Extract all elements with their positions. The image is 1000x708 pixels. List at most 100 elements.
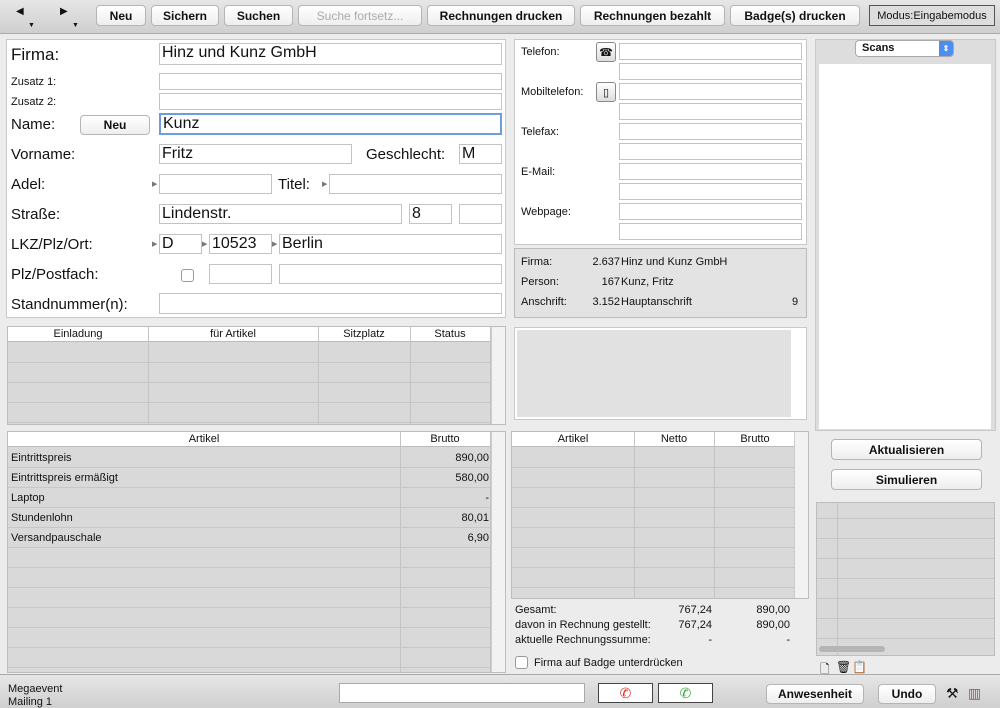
article-table[interactable]: Artikel Brutto Eintrittspreis 890,00 Ein… <box>7 431 506 673</box>
article-table-scrollbar[interactable] <box>491 432 505 672</box>
telefon-input-2[interactable] <box>619 63 802 80</box>
call-phone-icon[interactable]: ✆ <box>658 683 713 703</box>
telefax-input-1[interactable] <box>619 123 802 140</box>
badge-checkbox[interactable] <box>515 656 528 669</box>
table-row-brutto[interactable]: 6,90 <box>400 532 489 544</box>
nav-prev-icon[interactable]: ◀ <box>16 6 24 17</box>
table-row-brutto[interactable]: 580,00 <box>400 472 489 484</box>
table-row-artikel[interactable]: Eintrittspreis ermäßigt <box>11 472 118 484</box>
search-button[interactable]: Suchen <box>224 5 293 26</box>
plz-input[interactable]: 10523 <box>209 234 272 254</box>
mobil-input-1[interactable] <box>619 83 802 100</box>
geschlecht-input[interactable]: M <box>459 144 502 164</box>
tools-icon[interactable]: ⚒ <box>946 685 959 702</box>
davon-netto: 767,24 <box>678 619 712 631</box>
refresh-button[interactable]: Aktualisieren <box>831 439 982 460</box>
table-row-brutto[interactable]: 890,00 <box>400 452 489 464</box>
hangup-phone-icon[interactable]: ✆ <box>598 683 653 703</box>
info-anschrift-name: Hauptanschrift <box>621 296 692 308</box>
info-firma-number: 2.637 <box>592 256 620 268</box>
email-input-1[interactable] <box>619 163 802 180</box>
name-new-button[interactable]: Neu <box>80 115 150 135</box>
new-button[interactable]: Neu <box>96 5 146 26</box>
lkz-input[interactable]: D <box>159 234 202 254</box>
table-row-artikel[interactable]: Stundenlohn <box>11 512 73 524</box>
zusatz1-input[interactable] <box>159 73 502 90</box>
vorname-input[interactable]: Fritz <box>159 144 352 164</box>
strasse-label: Straße: <box>11 206 61 223</box>
standnummer-input[interactable] <box>159 293 502 314</box>
phone-icon[interactable]: ☎ <box>596 42 616 62</box>
invoices-paid-button[interactable]: Rechnungen bezahlt <box>580 5 725 26</box>
col-sitzplatz[interactable]: Sitzplatz <box>318 328 410 340</box>
invitation-table[interactable]: Einladung für Artikel Sitzplatz Status <box>7 326 506 425</box>
name-input[interactable]: Kunz <box>159 113 502 135</box>
col-invoice-netto[interactable]: Netto <box>634 433 714 445</box>
col-einladung[interactable]: Einladung <box>8 328 148 340</box>
info-person-name: Kunz, Fritz <box>621 276 674 288</box>
ort-arrow-icon: ▶ <box>272 241 278 248</box>
invitation-table-header: Einladung für Artikel Sitzplatz Status <box>8 327 491 342</box>
email-input-2[interactable] <box>619 183 802 200</box>
nav-next-down-icon[interactable]: ▼ <box>72 22 79 29</box>
lkz-plz-ort-label: LKZ/Plz/Ort: <box>11 236 93 253</box>
status-field[interactable] <box>339 683 585 703</box>
col-status[interactable]: Status <box>410 328 490 340</box>
preview-panel <box>514 327 807 420</box>
col-fuer-artikel[interactable]: für Artikel <box>148 328 318 340</box>
table-row-artikel[interactable]: Eintrittspreis <box>11 452 72 464</box>
scans-select[interactable]: Scans ⇕ <box>855 40 954 57</box>
info-firma-label: Firma: <box>521 256 553 268</box>
table-row-artikel[interactable]: Versandpauschale <box>11 532 102 544</box>
invoice-table-scrollbar[interactable] <box>794 432 808 598</box>
telefax-input-2[interactable] <box>619 143 802 160</box>
badge-checkbox-label: Firma auf Badge unterdrücken <box>534 657 683 669</box>
col-artikel[interactable]: Artikel <box>8 433 400 445</box>
col-brutto[interactable]: Brutto <box>400 433 490 445</box>
print-badges-button[interactable]: Badge(s) drucken <box>730 5 860 26</box>
titel-input[interactable] <box>329 174 502 194</box>
telefon-input-1[interactable] <box>619 43 802 60</box>
strasse-input[interactable]: Lindenstr. <box>159 204 402 224</box>
attendance-button[interactable]: Anwesenheit <box>766 684 864 704</box>
table-row-brutto[interactable]: - <box>400 492 489 504</box>
bar-chart-icon[interactable]: ▥ <box>968 685 981 702</box>
trash-icon[interactable]: 🗑 <box>836 660 851 674</box>
mobile-phone-icon[interactable]: ▯ <box>596 82 616 102</box>
webpage-input-2[interactable] <box>619 223 802 240</box>
ort-input[interactable]: Berlin <box>279 234 502 254</box>
gesamt-label: Gesamt: <box>515 604 557 616</box>
col-invoice-artikel[interactable]: Artikel <box>512 433 634 445</box>
simulate-button[interactable]: Simulieren <box>831 469 982 490</box>
table-row-brutto[interactable]: 80,01 <box>400 512 489 524</box>
search-continue-button[interactable]: Suche fortsetz... <box>298 5 422 26</box>
scans-select-value: Scans <box>862 42 895 54</box>
nav-next-icon[interactable]: ▶ <box>60 6 68 17</box>
hausnr-zusatz-input[interactable] <box>459 204 502 224</box>
postfach-checkbox[interactable] <box>181 269 194 282</box>
save-button[interactable]: Sichern <box>151 5 219 26</box>
nav-prev-down-icon[interactable]: ▼ <box>28 22 35 29</box>
mobil-input-2[interactable] <box>619 103 802 120</box>
postfach-plz-input[interactable] <box>209 264 272 284</box>
scan-files-table[interactable] <box>816 502 995 656</box>
firma-input[interactable]: Hinz und Kunz GmbH <box>159 43 502 65</box>
adel-input[interactable] <box>159 174 272 194</box>
zusatz2-label: Zusatz 2: <box>11 96 57 108</box>
zusatz2-input[interactable] <box>159 93 502 110</box>
col-invoice-brutto[interactable]: Brutto <box>714 433 796 445</box>
info-firma-name: Hinz und Kunz GmbH <box>621 256 728 268</box>
event-name: Megaevent <box>8 683 63 695</box>
paste-icon[interactable]: 📋 <box>852 660 867 674</box>
print-invoices-button[interactable]: Rechnungen drucken <box>427 5 575 26</box>
table-row-artikel[interactable]: Laptop <box>11 492 45 504</box>
scan-files-scrollbar[interactable] <box>819 646 885 652</box>
scans-list[interactable] <box>819 64 991 429</box>
invitation-table-scrollbar[interactable] <box>491 327 505 424</box>
postfach-input[interactable] <box>279 264 502 284</box>
hausnr-input[interactable]: 8 <box>409 204 452 224</box>
aktuelle-netto: - <box>708 634 712 646</box>
invoice-table[interactable]: Artikel Netto Brutto <box>511 431 809 599</box>
webpage-input-1[interactable] <box>619 203 802 220</box>
undo-button[interactable]: Undo <box>878 684 936 704</box>
